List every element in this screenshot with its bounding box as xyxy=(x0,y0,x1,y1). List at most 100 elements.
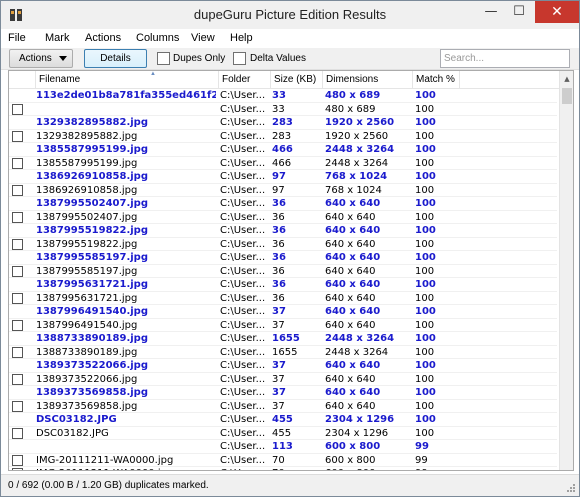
mark-checkbox[interactable] xyxy=(12,130,23,142)
folder-cell: C:\User... xyxy=(220,387,266,398)
match-cell: 100 xyxy=(415,319,435,331)
reference-row[interactable]: 1387995519822.jpg C:\User... 36 640 x 640 10… xyxy=(9,224,557,238)
mark-checkbox[interactable] xyxy=(12,157,23,169)
caret-down-icon xyxy=(59,56,67,61)
duplicate-row[interactable]: DSC03182.JPG C:\User... 455 2304 x 1296 100 xyxy=(9,427,557,440)
menu-file[interactable]: File xyxy=(8,32,26,44)
reference-row[interactable]: 1387996491540.jpg C:\User... 37 640 x 640 10… xyxy=(9,305,557,319)
duplicate-row[interactable]: 1389373522066.jpg C:\User... 37 640 x 640 10… xyxy=(9,373,557,386)
folder-cell: C:\User... xyxy=(220,265,266,277)
reference-row[interactable]: 1389373522066.jpg C:\User... 37 640 x 640 10… xyxy=(9,359,557,373)
resize-grip-icon[interactable] xyxy=(566,483,576,493)
filename-cell: 1385587995199.jpg xyxy=(36,157,138,169)
close-button[interactable]: ✕ xyxy=(535,1,579,23)
mark-checkbox[interactable] xyxy=(12,468,23,470)
match-cell: 100 xyxy=(415,292,435,304)
delta-values-label[interactable]: Delta Values xyxy=(250,53,306,64)
duplicate-row[interactable]: 1385587995199.jpg C:\User... 466 2448 x 326… xyxy=(9,157,557,170)
duplicate-row[interactable]: 1388733890189.jpg C:\User... 1655 2448 x 32… xyxy=(9,346,557,359)
mark-checkbox[interactable] xyxy=(12,346,23,358)
dupes-only-checkbox[interactable] xyxy=(157,52,170,65)
reference-row[interactable]: 1389373569858.jpg C:\User... 37 640 x 640 10… xyxy=(9,386,557,400)
menu-view[interactable]: View xyxy=(191,32,215,44)
menu-mark[interactable]: Mark xyxy=(45,32,69,44)
match-cell: 100 xyxy=(415,414,436,425)
mark-checkbox[interactable] xyxy=(12,103,23,115)
dupes-only-label[interactable]: Dupes Only xyxy=(173,53,225,64)
reference-row[interactable]: DSC03182.JPG C:\User... 455 2304 x 1296 100 xyxy=(9,413,557,427)
search-input[interactable]: Search... xyxy=(440,49,570,68)
details-button[interactable]: Details xyxy=(84,49,147,68)
reference-row[interactable]: 1387995631721.jpg C:\User... 36 640 x 640 10… xyxy=(9,278,557,292)
column-header-match[interactable]: Match % xyxy=(413,71,460,88)
menu-columns[interactable]: Columns xyxy=(136,32,179,44)
size-cell: 283 xyxy=(272,130,292,142)
dimensions-cell: 640 x 640 xyxy=(325,373,376,385)
dimensions-cell: 768 x 1024 xyxy=(325,171,388,182)
minimize-button[interactable]: — xyxy=(477,1,505,23)
match-cell: 100 xyxy=(415,90,436,101)
reference-row[interactable]: 1387995585197.jpg C:\User... 36 640 x 640 10… xyxy=(9,251,557,265)
duplicate-row[interactable]: IMG-20111211-WA0000.jpgC:\User...70600 x… xyxy=(9,467,557,470)
reference-row[interactable]: 113e2de01b8a781fa355ed461f26d9... C:\User… xyxy=(9,89,557,103)
duplicate-row[interactable]: 1386926910858.jpg C:\User... 97 768 x 1024 1… xyxy=(9,184,557,197)
duplicate-row[interactable]: 1387995585197.jpg C:\User... 36 640 x 640 10… xyxy=(9,265,557,278)
scrollbar-thumb[interactable] xyxy=(562,88,572,104)
filename-cell: IMG-20111211-WA0000.jpg xyxy=(36,467,216,470)
column-header-size[interactable]: Size (KB) xyxy=(271,71,323,88)
dimensions-cell: 600 x 800 xyxy=(325,467,413,470)
mark-checkbox[interactable] xyxy=(12,373,23,385)
reference-row[interactable]: 1386926910858.jpg C:\User... 97 768 x 1024 1… xyxy=(9,170,557,184)
reference-row[interactable]: 1329382895882.jpg C:\User... 283 1920 x 256… xyxy=(9,116,557,130)
dimensions-cell: 640 x 640 xyxy=(325,400,376,412)
duplicate-row[interactable]: 1387995502407.jpg C:\User... 36 640 x 640 10… xyxy=(9,211,557,224)
filename-cell: 1386926910858.jpg xyxy=(36,171,148,182)
actions-button-label: Actions xyxy=(19,53,52,64)
column-header-filename[interactable]: Filename ▲ xyxy=(36,71,219,88)
menu-actions[interactable]: Actions xyxy=(85,32,121,44)
mark-checkbox[interactable] xyxy=(12,211,23,223)
folder-cell: C:\User... xyxy=(220,90,266,101)
filename-cell: 1387995585197.jpg xyxy=(36,265,138,277)
mark-checkbox[interactable] xyxy=(12,265,23,277)
reference-row[interactable]: 1388733890189.jpg C:\User... 1655 2448 x 32… xyxy=(9,332,557,346)
column-header-mark[interactable] xyxy=(9,71,36,88)
mark-checkbox[interactable] xyxy=(12,454,23,466)
menu-help[interactable]: Help xyxy=(230,32,253,44)
title-bar[interactable]: dupeGuru Picture Edition Results — ☐ ✕ xyxy=(1,1,579,29)
dimensions-cell: 640 x 640 xyxy=(325,265,376,277)
actions-dropdown-button[interactable]: Actions xyxy=(9,49,73,68)
duplicate-row[interactable]: 1389373569858.jpg C:\User... 37 640 x 640 10… xyxy=(9,400,557,413)
size-cell: 37 xyxy=(272,306,286,317)
reference-row[interactable]: 1385587995199.jpg C:\User... 466 2448 x 326… xyxy=(9,143,557,157)
duplicate-row[interactable]: 1387995519822.jpg C:\User... 36 640 x 640 10… xyxy=(9,238,557,251)
maximize-button[interactable]: ☐ xyxy=(505,1,533,23)
duplicate-row[interactable]: IMG-20111211-WA0000.jpgC:\User...70600 x… xyxy=(9,454,557,467)
match-cell: 100 xyxy=(415,130,435,142)
duplicate-row[interactable]: 1387995631721.jpg C:\User... 36 640 x 640 10… xyxy=(9,292,557,305)
match-cell: 100 xyxy=(415,306,436,317)
duplicate-row[interactable]: C:\User... 33 480 x 689 100 xyxy=(9,103,557,116)
mark-checkbox[interactable] xyxy=(12,427,23,439)
scroll-up-icon[interactable]: ▲ xyxy=(560,71,573,88)
match-cell: 100 xyxy=(415,157,435,169)
mark-checkbox[interactable] xyxy=(12,184,23,196)
duplicate-row[interactable]: 1387996491540.jpg C:\User... 37 640 x 640 10… xyxy=(9,319,557,332)
size-cell: 37 xyxy=(272,319,285,331)
dimensions-cell: 640 x 640 xyxy=(325,306,381,317)
size-cell: 455 xyxy=(272,427,292,439)
vertical-scrollbar[interactable]: ▲ xyxy=(559,71,573,470)
mark-checkbox[interactable] xyxy=(12,238,23,250)
duplicate-row[interactable]: 1329382895882.jpg C:\User... 283 1920 x 256… xyxy=(9,130,557,143)
dimensions-cell: 2448 x 3264 xyxy=(325,144,395,155)
mark-checkbox[interactable] xyxy=(12,292,23,304)
match-cell: 100 xyxy=(415,387,436,398)
delta-values-checkbox[interactable] xyxy=(233,52,246,65)
mark-checkbox[interactable] xyxy=(12,400,23,412)
reference-row[interactable]: 1387995502407.jpg C:\User... 36 640 x 640 10… xyxy=(9,197,557,211)
column-header-dimensions[interactable]: Dimensions xyxy=(323,71,413,88)
folder-cell: C:\User... xyxy=(220,198,266,209)
column-header-folder[interactable]: Folder xyxy=(219,71,271,88)
mark-checkbox[interactable] xyxy=(12,319,23,331)
reference-row[interactable]: C:\User... 113 600 x 800 99 xyxy=(9,440,557,454)
